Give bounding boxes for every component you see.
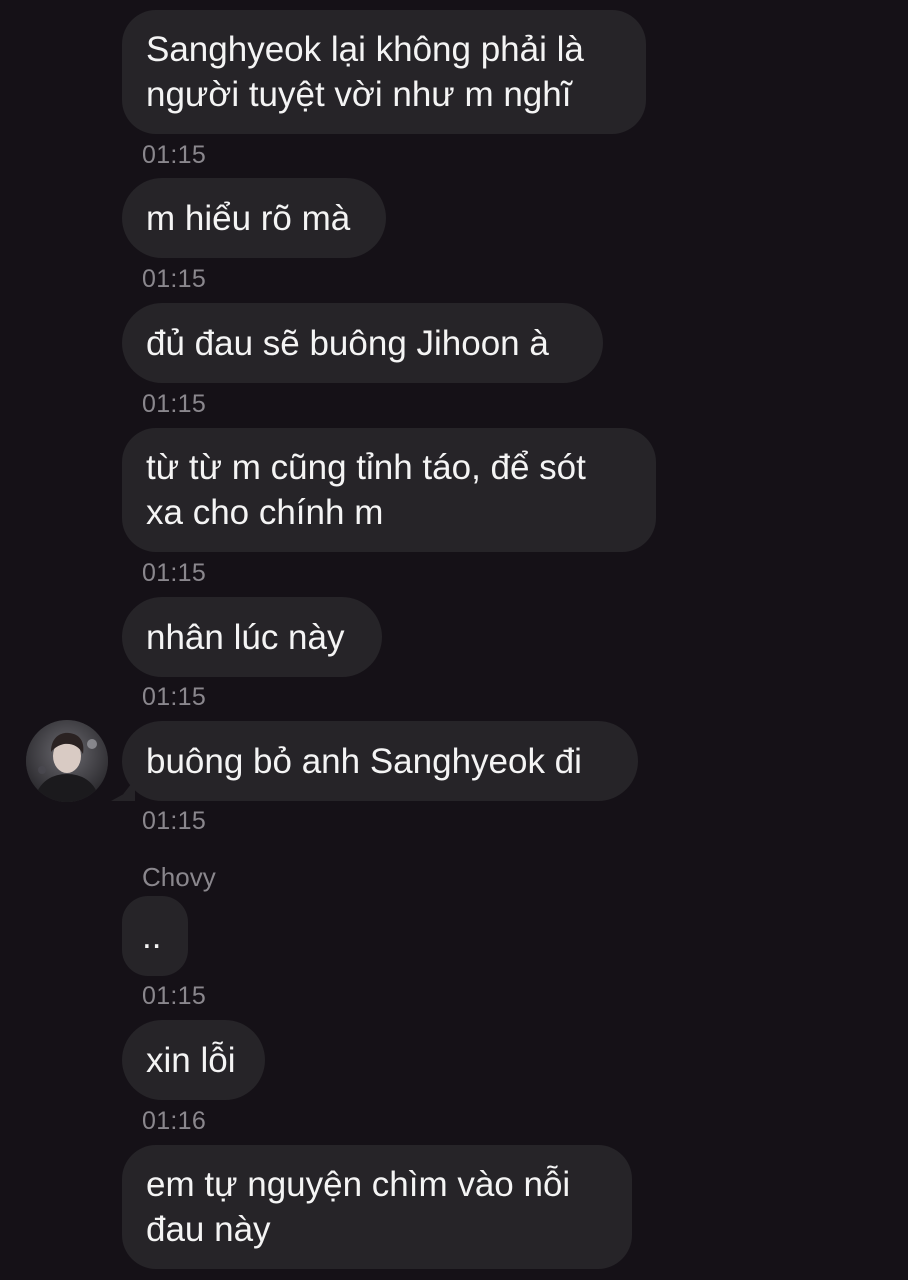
message-bubble[interactable]: nhân lúc này bbox=[122, 597, 382, 677]
message-bubble[interactable]: em tự nguyện chìm vào nỗi đau này bbox=[122, 1145, 632, 1269]
contact-avatar[interactable] bbox=[26, 720, 108, 802]
message-timestamp: 01:15 bbox=[142, 807, 207, 835]
chat-thread: Sanghyeok lại không phải là người tuyệt … bbox=[0, 0, 908, 1280]
message-timestamp: 01:16 bbox=[142, 1107, 207, 1135]
message-timestamp: 01:15 bbox=[142, 683, 207, 711]
message-timestamp: 01:15 bbox=[142, 982, 207, 1010]
message-timestamp: 01:15 bbox=[142, 559, 207, 587]
message-bubble[interactable]: Sanghyeok lại không phải là người tuyệt … bbox=[122, 10, 646, 134]
message-bubble[interactable]: buông bỏ anh Sanghyeok đi bbox=[122, 721, 638, 801]
message-timestamp: 01:15 bbox=[142, 265, 207, 293]
message-bubble[interactable]: m hiểu rõ mà bbox=[122, 178, 386, 258]
sender-name: Chovy bbox=[142, 862, 216, 892]
user-avatar-icon bbox=[26, 720, 108, 802]
message-timestamp: 01:15 bbox=[142, 141, 207, 169]
message-bubble[interactable]: xin lỗi bbox=[122, 1020, 265, 1100]
message-timestamp: 01:15 bbox=[142, 390, 207, 418]
message-bubble[interactable]: từ từ m cũng tỉnh táo, để sót xa cho chí… bbox=[122, 428, 656, 552]
message-bubble[interactable]: .. bbox=[122, 896, 188, 976]
message-bubble[interactable]: đủ đau sẽ buông Jihoon à bbox=[122, 303, 603, 383]
